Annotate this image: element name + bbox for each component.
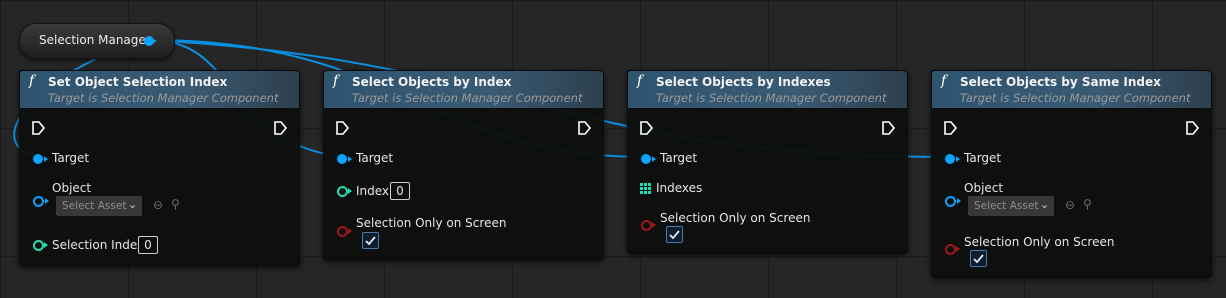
node-select-objects-by-same-index[interactable]: f Select Objects by Same Index Target is… [931, 70, 1212, 278]
select-asset-placeholder: Select Asset [974, 200, 1039, 212]
node-title: Select Objects by Indexes [656, 75, 831, 89]
checkmark-icon [365, 236, 376, 246]
variable-output-pin[interactable] [144, 36, 157, 46]
index-input[interactable]: 0 [390, 182, 410, 200]
selection-index-input[interactable]: 0 [138, 236, 158, 254]
target-label: Target [356, 151, 394, 165]
screen-only-pin-arrow [348, 228, 352, 234]
node-title: Select Objects by Index [352, 75, 512, 89]
node-subtitle: Target is Selection Manager Component [960, 91, 1191, 105]
exec-in-pin[interactable] [336, 121, 350, 135]
object-pin-arrow [957, 198, 961, 204]
target-pin[interactable] [337, 154, 347, 164]
select-asset-dropdown[interactable]: Select Asset ⌄ [56, 196, 142, 216]
exec-out-pin[interactable] [1186, 121, 1200, 135]
node-title: Select Objects by Same Index [960, 75, 1161, 89]
exec-out-pin[interactable] [578, 121, 592, 135]
selection-index-label: Selection Index [52, 238, 145, 252]
object-pin[interactable] [945, 196, 956, 207]
selection-index-pin-arrow [44, 242, 48, 248]
target-pin-arrow [956, 156, 960, 162]
screen-only-label: Selection Only on Screen [660, 211, 811, 225]
selection-index-pin[interactable] [33, 240, 44, 251]
select-asset-dropdown[interactable]: Select Asset ⌄ [968, 196, 1054, 216]
screen-only-checkbox[interactable] [666, 226, 683, 243]
browse-asset-search-icon[interactable]: ⚲ [171, 197, 180, 211]
index-pin[interactable] [337, 186, 348, 197]
target-pin[interactable] [33, 154, 43, 164]
node-select-objects-by-indexes[interactable]: f Select Objects by Indexes Target is Se… [627, 70, 908, 254]
function-icon: f [29, 73, 35, 89]
checkmark-icon [669, 230, 680, 240]
target-pin[interactable] [641, 154, 651, 164]
target-label: Target [660, 151, 698, 165]
exec-in-pin[interactable] [640, 121, 654, 135]
screen-only-pin-arrow [956, 246, 960, 252]
screen-only-pin-arrow [652, 222, 656, 228]
use-selected-asset-icon[interactable]: ⊖ [153, 198, 163, 212]
node-header: f Select Objects by Index Target is Sele… [324, 71, 603, 109]
array-grid-icon[interactable] [640, 183, 651, 194]
chevron-down-icon: ⌄ [1040, 198, 1050, 211]
selection-manager-variable[interactable]: Selection Manager [19, 23, 175, 59]
screen-only-pin[interactable] [337, 226, 348, 237]
node-select-objects-by-index[interactable]: f Select Objects by Index Target is Sele… [323, 70, 604, 260]
exec-in-pin[interactable] [32, 121, 46, 135]
target-label: Target [964, 151, 1002, 165]
target-pin[interactable] [945, 154, 955, 164]
exec-out-pin[interactable] [274, 121, 288, 135]
screen-only-checkbox[interactable] [970, 250, 987, 267]
function-icon: f [941, 73, 947, 89]
select-asset-placeholder: Select Asset [62, 200, 127, 212]
node-title: Set Object Selection Index [48, 75, 228, 89]
checkmark-icon [973, 254, 984, 264]
function-icon: f [333, 73, 339, 89]
object-label: Object [964, 181, 1004, 195]
indexes-label: Indexes [656, 181, 703, 195]
node-header: f Select Objects by Same Index Target is… [932, 71, 1211, 109]
function-icon: f [637, 73, 643, 89]
object-pin-arrow [45, 198, 49, 204]
variable-label: Selection Manager [39, 33, 151, 47]
target-label: Target [52, 151, 90, 165]
browse-asset-search-icon[interactable]: ⚲ [1083, 197, 1092, 211]
node-header: f Select Objects by Indexes Target is Se… [628, 71, 907, 109]
screen-only-pin[interactable] [641, 220, 652, 231]
chevron-down-icon: ⌄ [128, 198, 138, 211]
exec-in-pin[interactable] [944, 121, 958, 135]
use-selected-asset-icon[interactable]: ⊖ [1065, 198, 1075, 212]
screen-only-label: Selection Only on Screen [356, 216, 507, 230]
node-subtitle: Target is Selection Manager Component [656, 91, 887, 105]
screen-only-checkbox[interactable] [362, 232, 379, 249]
index-pin-arrow [348, 188, 352, 194]
index-label: Index [356, 184, 390, 198]
node-set-object-selection-index[interactable]: f Set Object Selection Index Target is S… [19, 70, 300, 266]
target-pin-arrow [44, 156, 48, 162]
exec-out-pin[interactable] [882, 121, 896, 135]
screen-only-label: Selection Only on Screen [964, 235, 1115, 249]
node-subtitle: Target is Selection Manager Component [352, 91, 583, 105]
node-subtitle: Target is Selection Manager Component [48, 91, 279, 105]
target-pin-arrow [652, 156, 656, 162]
screen-only-pin[interactable] [945, 244, 956, 255]
target-pin-arrow [348, 156, 352, 162]
object-pin[interactable] [33, 196, 44, 207]
object-label: Object [52, 181, 92, 195]
node-header: f Set Object Selection Index Target is S… [20, 71, 299, 109]
